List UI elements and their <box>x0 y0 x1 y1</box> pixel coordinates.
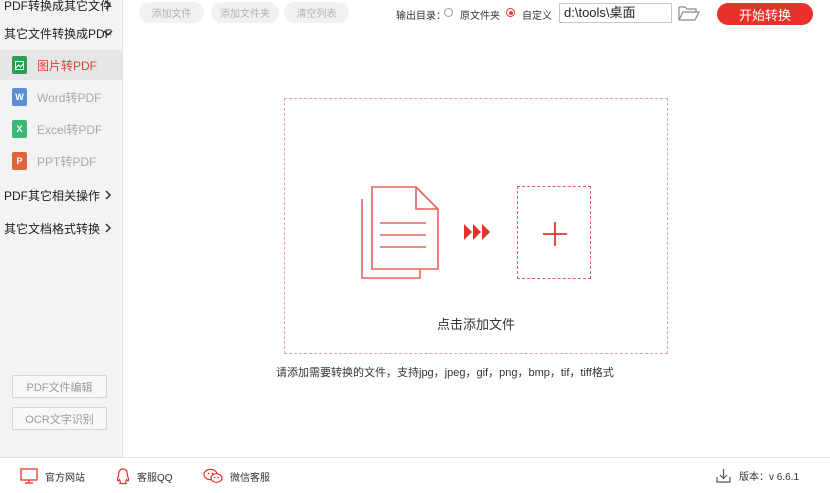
category-label: PDF其它相关操作 <box>4 188 101 203</box>
wechat-icon <box>203 468 223 483</box>
output-dir-label: 输出目录： <box>396 11 446 22</box>
radio-original-folder[interactable] <box>444 8 453 17</box>
sidebar-item-word-to-pdf[interactable]: W Word转PDF <box>0 82 123 112</box>
app-window: PDF转换成其它文件 其它文件转换成PDF 图片转PDF W Word转PDF … <box>0 0 830 493</box>
monitor-icon <box>20 468 38 484</box>
radio-original-folder-label[interactable]: 原文件夹 <box>460 7 500 22</box>
version-info: 版本：v 6.6.1 <box>716 468 799 483</box>
ocr-button[interactable]: OCR文字识别 <box>12 407 107 430</box>
footer-link-label: 微信客服 <box>230 472 270 484</box>
qq-support-link[interactable]: 客服QQ <box>116 468 173 485</box>
sidebar-item-label: Excel转PDF <box>37 122 103 137</box>
drop-area-label: 点击添加文件 <box>436 317 515 332</box>
official-website-link[interactable]: 官方网站 <box>20 468 85 484</box>
add-folder-button[interactable]: 添加文件夹 <box>211 2 279 23</box>
chevron-right-icon <box>105 223 112 233</box>
sidebar-item-image-to-pdf[interactable]: 图片转PDF <box>0 50 123 80</box>
footer-link-label: 客服QQ <box>137 473 173 484</box>
arrows-right-icon <box>464 224 490 240</box>
category-other-to-pdf[interactable]: 其它文件转换成PDF <box>0 18 123 48</box>
category-label: 其它文档格式转换 <box>4 221 101 236</box>
sidebar-item-label: 图片转PDF <box>37 58 98 73</box>
add-file-box[interactable] <box>517 186 591 279</box>
wechat-support-link[interactable]: 微信客服 <box>203 468 270 484</box>
output-path-field[interactable]: d:\tools\桌面 <box>559 3 672 23</box>
clear-list-button[interactable]: 清空列表 <box>284 2 349 23</box>
plus-icon <box>543 222 567 246</box>
category-pdf-to-other[interactable]: PDF转换成其它文件 <box>0 0 123 20</box>
footer: 官方网站 客服QQ 微信客服 版本：v 6.6.1 <box>0 457 830 493</box>
sidebar-item-label: PPT转PDF <box>37 154 97 169</box>
download-icon <box>716 469 731 483</box>
pdf-edit-button[interactable]: PDF文件编辑 <box>12 375 107 398</box>
supported-formats-hint: 请添加需要转换的文件，支持jpg，jpeg，gif，png，bmp，tif，ti… <box>276 367 614 379</box>
category-label: 其它文件转换成PDF <box>4 26 113 41</box>
category-pdf-other-operations[interactable]: PDF其它相关操作 <box>0 180 123 210</box>
image-file-icon <box>12 56 27 74</box>
sidebar-item-label: Word转PDF <box>37 90 102 105</box>
word-file-icon: W <box>12 88 27 106</box>
chevron-down-icon <box>103 30 113 37</box>
start-convert-button[interactable]: 开始转换 <box>717 3 813 25</box>
footer-link-label: 官方网站 <box>45 472 85 484</box>
excel-file-icon: X <box>12 120 27 138</box>
sidebar-item-excel-to-pdf[interactable]: X Excel转PDF <box>0 114 123 144</box>
add-file-button[interactable]: 添加文件 <box>139 2 204 23</box>
qq-icon <box>116 468 130 485</box>
version-label: 版本：v 6.6.1 <box>739 472 800 483</box>
category-other-format-conversion[interactable]: 其它文档格式转换 <box>0 213 123 243</box>
sidebar: PDF转换成其它文件 其它文件转换成PDF 图片转PDF W Word转PDF … <box>0 0 123 457</box>
radio-custom-folder-label[interactable]: 自定义 <box>522 7 552 22</box>
ppt-file-icon: P <box>12 152 27 170</box>
radio-custom-folder[interactable] <box>506 8 515 17</box>
chevron-right-icon <box>105 0 112 10</box>
category-label: PDF转换成其它文件 <box>4 0 113 13</box>
folder-open-icon[interactable] <box>678 5 700 21</box>
chevron-right-icon <box>105 190 112 200</box>
documents-icon <box>361 186 439 279</box>
sidebar-item-ppt-to-pdf[interactable]: P PPT转PDF <box>0 146 123 176</box>
